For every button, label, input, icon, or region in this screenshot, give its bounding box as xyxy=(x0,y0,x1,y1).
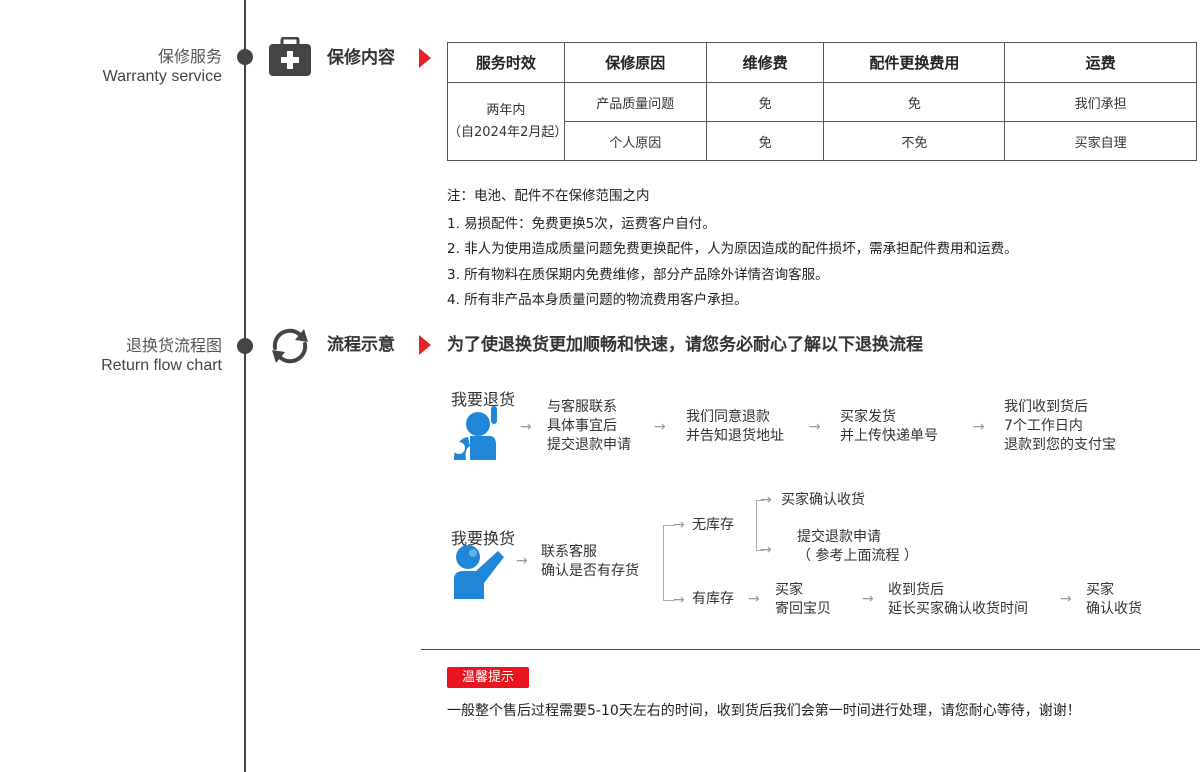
step-line: （ 参考上面流程 ） xyxy=(797,548,918,564)
warranty-notes: 注：电池、配件不在保修范围之内 1. 易损配件：免费更换5次，运费客户自付。 2… xyxy=(447,184,1018,314)
person-pointing-icon xyxy=(453,406,497,460)
flow-heading: 为了使退换货更加顺畅和快速，请您务必耐心了解以下退换流程 xyxy=(447,335,923,355)
flow-arrow-icon: → xyxy=(1060,591,1072,607)
warranty-label-zh: 保修服务 xyxy=(157,47,222,66)
warranty-arrow-icon xyxy=(419,48,431,68)
table-header: 维修费 xyxy=(705,42,825,83)
table-cell: 免 xyxy=(705,82,825,122)
table-header: 配件更换费用 xyxy=(823,42,1006,83)
step-line: 买家 xyxy=(1086,582,1114,598)
step-line: 收到货后 xyxy=(888,582,944,598)
table-header-row: 服务时效 保修原因 维修费 配件更换费用 运费 xyxy=(447,42,1197,83)
note-item: 4. 所有非产品本身质量问题的物流费用客户承担。 xyxy=(447,292,748,308)
step-line: 延长买家确认收货时间 xyxy=(888,601,1028,617)
table-cell: 产品质量问题 xyxy=(563,82,707,122)
returns-arrow-icon xyxy=(419,335,431,355)
in-stock-label: 有库存 xyxy=(692,591,734,607)
flow-arrow-icon: → xyxy=(673,592,685,608)
step-line: 确认是否有存货 xyxy=(541,563,639,579)
branch-line xyxy=(756,500,757,550)
table-cell: 不免 xyxy=(823,121,1006,161)
period-line-2: （自2024年2月起） xyxy=(448,124,568,140)
flow-arrow-icon: → xyxy=(809,419,821,435)
step-line: 我们同意退款 xyxy=(686,409,770,425)
table-header: 服务时效 xyxy=(447,42,565,83)
warranty-section-label: 保修服务 Warranty service xyxy=(103,47,222,87)
first-aid-kit-icon xyxy=(269,37,311,76)
section-divider xyxy=(421,649,1200,650)
no-stock-label: 无库存 xyxy=(692,517,734,533)
flow-arrow-icon: → xyxy=(520,419,532,435)
no-stock-option-b: 提交退款申请 （ 参考上面流程 ） xyxy=(797,528,918,566)
returns-section-label: 退换货流程图 Return flow chart xyxy=(101,336,222,376)
step-line: 联系客服 xyxy=(541,544,597,560)
step-line: 寄回宝贝 xyxy=(775,601,831,617)
refund-step-3: 买家发货 并上传快递单号 xyxy=(840,408,938,446)
flow-arrow-icon: → xyxy=(760,542,772,558)
warranty-table: 服务时效 保修原因 维修费 配件更换费用 运费 两年内 （自2024年2月起） … xyxy=(447,42,1197,161)
flow-arrow-icon: → xyxy=(654,419,666,435)
tip-text: 一般整个售后过程需要5-10天左右的时间，收到货后我们会第一时间进行处理，请您耐… xyxy=(447,703,1081,719)
table-cell: 买家自理 xyxy=(1004,121,1197,161)
returns-label-zh: 退换货流程图 xyxy=(125,336,222,355)
table-cell: 免 xyxy=(705,121,825,161)
refresh-icon xyxy=(272,328,308,364)
table-header: 保修原因 xyxy=(563,42,707,83)
flow-arrow-icon: → xyxy=(862,591,874,607)
no-stock-option-a: 买家确认收货 xyxy=(781,492,865,508)
step-line: 并上传快递单号 xyxy=(840,428,938,444)
period-line-1: 两年内 xyxy=(486,102,526,118)
refund-step-1: 与客服联系 具体事宜后 提交退款申请 xyxy=(547,398,631,455)
tip-badge: 温馨提示 xyxy=(447,667,529,688)
note-item: 3. 所有物料在质保期内免费维修，部分产品除外详情咨询客服。 xyxy=(447,266,829,283)
returns-title: 流程示意 xyxy=(327,335,395,355)
warranty-title: 保修内容 xyxy=(327,48,395,68)
step-line: 提交退款申请 xyxy=(547,437,631,453)
in-stock-step-1: 买家 寄回宝贝 xyxy=(775,581,831,619)
person-waving-icon xyxy=(454,545,504,599)
step-line: 与客服联系 xyxy=(547,399,617,415)
flow-arrow-icon: → xyxy=(516,553,528,569)
step-line: 我们收到货后 xyxy=(1004,399,1088,415)
flow-arrow-icon: → xyxy=(760,492,772,508)
flow-arrow-icon: → xyxy=(748,591,760,607)
returns-label-en: Return flow chart xyxy=(101,357,222,374)
exchange-first-step: 联系客服 确认是否有存货 xyxy=(541,543,639,581)
table-cell: 我们承担 xyxy=(1004,82,1197,122)
note-item: 2. 非人为使用造成质量问题免费更换配件，人为原因造成的配件损坏，需承担配件费用… xyxy=(447,241,1018,257)
step-line: 具体事宜后 xyxy=(547,418,617,434)
note-item: 1. 易损配件：免费更换5次，运费客户自付。 xyxy=(447,215,716,232)
in-stock-step-3: 买家 确认收货 xyxy=(1086,581,1142,619)
warranty-period-cell: 两年内 （自2024年2月起） xyxy=(447,82,568,161)
flow-arrow-icon: → xyxy=(973,419,985,435)
timeline-line xyxy=(244,0,246,772)
table-row: 两年内 （自2024年2月起） 产品质量问题 免 免 我们承担 xyxy=(447,82,1197,161)
table-header: 运费 xyxy=(1004,42,1197,83)
step-line: 提交退款申请 xyxy=(797,529,881,545)
refund-step-4: 我们收到货后 7个工作日内 退款到您的支付宝 xyxy=(1004,398,1116,455)
step-line: 买家发货 xyxy=(840,409,896,425)
step-line: 买家 xyxy=(775,582,803,598)
flow-arrow-icon: → xyxy=(673,517,685,533)
table-cell: 免 xyxy=(823,82,1006,122)
table-cell: 个人原因 xyxy=(563,121,707,161)
timeline-dot-warranty xyxy=(237,49,253,65)
step-line: 7个工作日内 xyxy=(1004,418,1083,434)
notes-head: 注：电池、配件不在保修范围之内 xyxy=(447,188,650,204)
timeline-dot-returns xyxy=(237,338,253,354)
refund-step-2: 我们同意退款 并告知退货地址 xyxy=(686,408,784,446)
in-stock-step-2: 收到货后 延长买家确认收货时间 xyxy=(888,581,1028,619)
warranty-label-en: Warranty service xyxy=(102,68,222,85)
step-line: 确认收货 xyxy=(1086,601,1142,617)
step-line: 并告知退货地址 xyxy=(686,428,784,444)
branch-line xyxy=(663,525,664,600)
step-line: 退款到您的支付宝 xyxy=(1004,437,1116,453)
